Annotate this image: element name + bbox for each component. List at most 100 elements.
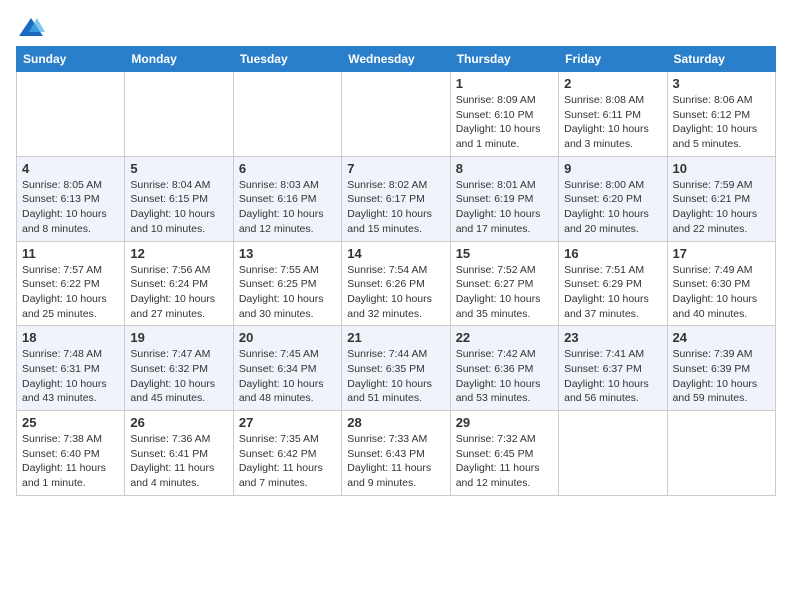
day-info: Sunrise: 7:41 AM Sunset: 6:37 PM Dayligh… [564,347,661,406]
calendar-table: SundayMondayTuesdayWednesdayThursdayFrid… [16,46,776,496]
day-number: 7 [347,161,444,176]
calendar-cell: 16 Sunrise: 7:51 AM Sunset: 6:29 PM Dayli… [559,241,667,326]
day-number: 14 [347,246,444,261]
day-number: 3 [673,76,770,91]
column-header-thursday: Thursday [450,47,558,72]
calendar-cell: 20 Sunrise: 7:45 AM Sunset: 6:34 PM Dayli… [233,326,341,411]
day-number: 11 [22,246,119,261]
page-header [16,16,776,38]
calendar-week-row: 18Sunrise: 7:48 AM Sunset: 6:31 PM Dayli… [17,326,776,411]
day-number: 24 [673,330,770,345]
day-number: 1 [456,76,553,91]
calendar-cell: 12 Sunrise: 7:56 AM Sunset: 6:24 PM Dayli… [125,241,233,326]
calendar-cell: 4 Sunrise: 8:05 AM Sunset: 6:13 PM Daylig… [17,156,125,241]
day-number: 21 [347,330,444,345]
day-info: Sunrise: 7:55 AM Sunset: 6:25 PM Dayligh… [239,263,336,322]
day-number: 12 [130,246,227,261]
day-info: Sunrise: 8:09 AM Sunset: 6:10 PM Dayligh… [456,93,553,152]
day-info: Sunrise: 7:59 AM Sunset: 6:21 PM Dayligh… [673,178,770,237]
day-number: 22 [456,330,553,345]
column-header-tuesday: Tuesday [233,47,341,72]
day-info: Sunrise: 8:03 AM Sunset: 6:16 PM Dayligh… [239,178,336,237]
day-number: 5 [130,161,227,176]
calendar-cell [667,411,775,496]
day-info: Sunrise: 8:01 AM Sunset: 6:19 PM Dayligh… [456,178,553,237]
calendar-cell: 1 Sunrise: 8:09 AM Sunset: 6:10 PM Daylig… [450,72,558,157]
day-number: 20 [239,330,336,345]
column-header-monday: Monday [125,47,233,72]
calendar-cell: 15Sunrise: 7:52 AM Sunset: 6:27 PM Dayli… [450,241,558,326]
day-info: Sunrise: 7:32 AM Sunset: 6:45 PM Dayligh… [456,432,553,491]
day-info: Sunrise: 7:49 AM Sunset: 6:30 PM Dayligh… [673,263,770,322]
calendar-week-row: 11 Sunrise: 7:57 AM Sunset: 6:22 PM Dayli… [17,241,776,326]
calendar-cell: 18Sunrise: 7:48 AM Sunset: 6:31 PM Dayli… [17,326,125,411]
day-number: 16 [564,246,661,261]
calendar-cell: 24 Sunrise: 7:39 AM Sunset: 6:39 PM Dayli… [667,326,775,411]
day-number: 10 [673,161,770,176]
column-header-sunday: Sunday [17,47,125,72]
column-header-friday: Friday [559,47,667,72]
calendar-cell: 11 Sunrise: 7:57 AM Sunset: 6:22 PM Dayli… [17,241,125,326]
logo [16,16,46,38]
calendar-cell: 13 Sunrise: 7:55 AM Sunset: 6:25 PM Dayli… [233,241,341,326]
day-info: Sunrise: 7:38 AM Sunset: 6:40 PM Dayligh… [22,432,119,491]
day-info: Sunrise: 8:08 AM Sunset: 6:11 PM Dayligh… [564,93,661,152]
calendar-cell: 2Sunrise: 8:08 AM Sunset: 6:11 PM Daylig… [559,72,667,157]
calendar-cell [342,72,450,157]
calendar-cell: 10 Sunrise: 7:59 AM Sunset: 6:21 PM Dayli… [667,156,775,241]
day-info: Sunrise: 7:33 AM Sunset: 6:43 PM Dayligh… [347,432,444,491]
day-number: 15 [456,246,553,261]
calendar-week-row: 25Sunrise: 7:38 AM Sunset: 6:40 PM Dayli… [17,411,776,496]
day-info: Sunrise: 7:56 AM Sunset: 6:24 PM Dayligh… [130,263,227,322]
day-number: 9 [564,161,661,176]
calendar-cell: 14 Sunrise: 7:54 AM Sunset: 6:26 PM Dayli… [342,241,450,326]
day-info: Sunrise: 8:00 AM Sunset: 6:20 PM Dayligh… [564,178,661,237]
day-info: Sunrise: 7:54 AM Sunset: 6:26 PM Dayligh… [347,263,444,322]
calendar-cell: 22 Sunrise: 7:42 AM Sunset: 6:36 PM Dayli… [450,326,558,411]
day-number: 6 [239,161,336,176]
calendar-cell: 17Sunrise: 7:49 AM Sunset: 6:30 PM Dayli… [667,241,775,326]
day-info: Sunrise: 7:47 AM Sunset: 6:32 PM Dayligh… [130,347,227,406]
day-number: 13 [239,246,336,261]
day-info: Sunrise: 7:45 AM Sunset: 6:34 PM Dayligh… [239,347,336,406]
day-number: 28 [347,415,444,430]
day-number: 23 [564,330,661,345]
day-info: Sunrise: 7:35 AM Sunset: 6:42 PM Dayligh… [239,432,336,491]
calendar-cell: 27Sunrise: 7:35 AM Sunset: 6:42 PM Dayli… [233,411,341,496]
day-info: Sunrise: 7:57 AM Sunset: 6:22 PM Dayligh… [22,263,119,322]
calendar-cell: 7 Sunrise: 8:02 AM Sunset: 6:17 PM Daylig… [342,156,450,241]
calendar-cell: 19 Sunrise: 7:47 AM Sunset: 6:32 PM Dayli… [125,326,233,411]
calendar-cell: 9 Sunrise: 8:00 AM Sunset: 6:20 PM Daylig… [559,156,667,241]
calendar-cell: 29 Sunrise: 7:32 AM Sunset: 6:45 PM Dayli… [450,411,558,496]
day-number: 19 [130,330,227,345]
day-number: 29 [456,415,553,430]
calendar-cell: 6 Sunrise: 8:03 AM Sunset: 6:16 PM Daylig… [233,156,341,241]
column-header-saturday: Saturday [667,47,775,72]
calendar-cell [125,72,233,157]
calendar-cell: 5 Sunrise: 8:04 AM Sunset: 6:15 PM Daylig… [125,156,233,241]
day-info: Sunrise: 8:06 AM Sunset: 6:12 PM Dayligh… [673,93,770,152]
day-number: 26 [130,415,227,430]
day-info: Sunrise: 7:51 AM Sunset: 6:29 PM Dayligh… [564,263,661,322]
calendar-cell: 3 Sunrise: 8:06 AM Sunset: 6:12 PM Daylig… [667,72,775,157]
calendar-cell: 25Sunrise: 7:38 AM Sunset: 6:40 PM Dayli… [17,411,125,496]
calendar-cell [17,72,125,157]
calendar-cell [559,411,667,496]
day-info: Sunrise: 8:02 AM Sunset: 6:17 PM Dayligh… [347,178,444,237]
calendar-cell: 21 Sunrise: 7:44 AM Sunset: 6:35 PM Dayli… [342,326,450,411]
day-info: Sunrise: 7:42 AM Sunset: 6:36 PM Dayligh… [456,347,553,406]
day-info: Sunrise: 7:48 AM Sunset: 6:31 PM Dayligh… [22,347,119,406]
day-info: Sunrise: 7:44 AM Sunset: 6:35 PM Dayligh… [347,347,444,406]
day-info: Sunrise: 7:36 AM Sunset: 6:41 PM Dayligh… [130,432,227,491]
calendar-cell: 23 Sunrise: 7:41 AM Sunset: 6:37 PM Dayli… [559,326,667,411]
day-info: Sunrise: 8:05 AM Sunset: 6:13 PM Dayligh… [22,178,119,237]
day-info: Sunrise: 7:39 AM Sunset: 6:39 PM Dayligh… [673,347,770,406]
day-info: Sunrise: 8:04 AM Sunset: 6:15 PM Dayligh… [130,178,227,237]
column-header-wednesday: Wednesday [342,47,450,72]
calendar-week-row: 4 Sunrise: 8:05 AM Sunset: 6:13 PM Daylig… [17,156,776,241]
calendar-cell: 26 Sunrise: 7:36 AM Sunset: 6:41 PM Dayli… [125,411,233,496]
calendar-week-row: 1 Sunrise: 8:09 AM Sunset: 6:10 PM Daylig… [17,72,776,157]
day-number: 4 [22,161,119,176]
day-number: 8 [456,161,553,176]
calendar-cell: 28 Sunrise: 7:33 AM Sunset: 6:43 PM Dayli… [342,411,450,496]
